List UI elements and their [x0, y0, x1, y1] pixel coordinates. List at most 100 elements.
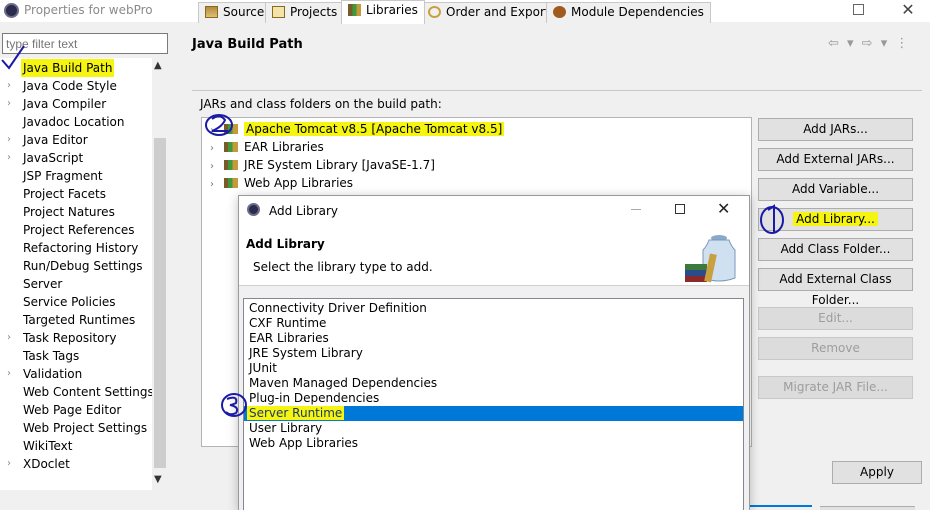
- chevron-right-icon[interactable]: ›: [7, 365, 11, 383]
- projects-icon: [272, 6, 285, 18]
- nav-item[interactable]: Web Project Settings: [0, 419, 152, 437]
- list-item[interactable]: CXF Runtime: [244, 316, 743, 331]
- eclipse-icon: [4, 3, 19, 18]
- nav-item[interactable]: Project References: [0, 221, 152, 239]
- tab-source[interactable]: Source: [198, 2, 272, 23]
- maximize-icon[interactable]: [675, 204, 685, 214]
- nav-item[interactable]: Refactoring History: [0, 239, 152, 257]
- apply-and-close-button[interactable]: [742, 505, 812, 510]
- expand-chevron-icon[interactable]: ›: [210, 176, 224, 194]
- nav-item-label: Web Project Settings: [23, 421, 148, 435]
- nav-item[interactable]: JSP Fragment: [0, 167, 152, 185]
- history-arrows[interactable]: ⇦ ▾ ⇨ ▾ ⋮: [828, 36, 910, 51]
- nav-item[interactable]: Server: [0, 275, 152, 293]
- nav-item[interactable]: › Validation: [0, 365, 152, 383]
- nav-item-label: Targeted Runtimes: [23, 313, 136, 327]
- tab-projects[interactable]: Projects: [265, 2, 345, 23]
- tab-order-export[interactable]: Order and Export: [421, 2, 557, 23]
- add-library-button[interactable]: Add Library...: [758, 208, 913, 231]
- nav-item-label: Javadoc Location: [23, 115, 125, 129]
- scroll-down-icon[interactable]: ▼: [154, 474, 162, 485]
- nav-item[interactable]: › XDoclet: [0, 455, 152, 473]
- nav-item[interactable]: › Java Editor: [0, 131, 152, 149]
- tree-item-web-app-libraries[interactable]: › Web App Libraries: [210, 174, 353, 192]
- add-class-folder-button[interactable]: Add Class Folder...: [758, 238, 913, 261]
- nav-item[interactable]: › JavaScript: [0, 149, 152, 167]
- tab-libraries[interactable]: Libraries: [341, 0, 425, 24]
- nav-item-label: JSP Fragment: [23, 169, 103, 183]
- list-item[interactable]: JUnit: [244, 361, 743, 376]
- tree-item-apache-tomcat[interactable]: › Apache Tomcat v8.5 [Apache Tomcat v8.5]: [210, 120, 505, 138]
- close-icon[interactable]: ✕: [717, 199, 730, 218]
- list-item[interactable]: Server Runtime: [244, 406, 743, 421]
- list-item[interactable]: User Library: [244, 421, 743, 436]
- list-item[interactable]: JRE System Library: [244, 346, 743, 361]
- nav-item-label: Web Page Editor: [23, 403, 122, 417]
- chevron-right-icon[interactable]: ›: [7, 149, 11, 167]
- nav-item[interactable]: › Task Repository: [0, 329, 152, 347]
- nav-item-label: Validation: [23, 367, 83, 381]
- dialog-subtitle: Select the library type to add.: [253, 260, 433, 274]
- nav-item[interactable]: Project Natures: [0, 203, 152, 221]
- nav-scrollbar[interactable]: ▲ ▼: [152, 58, 168, 490]
- nav-item-label: Java Editor: [23, 133, 88, 147]
- add-external-jars-button[interactable]: Add External JARs...: [758, 148, 913, 171]
- apply-button[interactable]: Apply: [832, 461, 922, 484]
- list-item[interactable]: Connectivity Driver Definition: [244, 301, 743, 316]
- scroll-up-icon[interactable]: ▲: [154, 60, 162, 71]
- nav-item-label: Project Natures: [23, 205, 115, 219]
- tree-item-jre-system-library[interactable]: › JRE System Library [JavaSE-1.7]: [210, 156, 435, 174]
- nav-item[interactable]: Web Page Editor: [0, 401, 152, 419]
- add-jars-button[interactable]: Add JARs...: [758, 118, 913, 141]
- dialog-title: Add Library: [269, 204, 339, 218]
- tree-item-ear-libraries[interactable]: › EAR Libraries: [210, 138, 324, 156]
- remove-button[interactable]: Remove: [758, 337, 913, 360]
- add-external-class-folder-button[interactable]: Add External Class Folder...: [758, 268, 913, 307]
- nav-item[interactable]: › Java Code Style: [0, 77, 152, 95]
- nav-item[interactable]: Project Facets: [0, 185, 152, 203]
- maximize-icon[interactable]: [853, 4, 864, 15]
- chevron-right-icon[interactable]: ›: [7, 455, 11, 473]
- list-item[interactable]: Maven Managed Dependencies: [244, 376, 743, 391]
- tab-module-dependencies[interactable]: Module Dependencies: [546, 2, 711, 23]
- list-item[interactable]: Web App Libraries: [244, 436, 743, 451]
- scrollbar-thumb[interactable]: [154, 138, 166, 468]
- edit-button[interactable]: Edit...: [758, 307, 913, 330]
- nav-item-label: Task Tags: [23, 349, 80, 363]
- add-variable-button[interactable]: Add Variable...: [758, 178, 913, 201]
- page-title: Java Build Path: [192, 37, 303, 52]
- nav-item[interactable]: Javadoc Location: [0, 113, 152, 131]
- library-icon: [224, 178, 238, 188]
- library-type-list[interactable]: Connectivity Driver Definition CXF Runtim…: [243, 298, 744, 510]
- chevron-right-icon[interactable]: ›: [7, 77, 11, 95]
- nav-item-label: Java Build Path: [21, 59, 115, 77]
- nav-item[interactable]: Web Content Settings: [0, 383, 154, 401]
- filter-input[interactable]: [2, 33, 168, 54]
- nav-item[interactable]: Java Build Path: [0, 59, 152, 77]
- nav-item[interactable]: Service Policies: [0, 293, 152, 311]
- module-deps-icon: [553, 6, 566, 18]
- chevron-right-icon[interactable]: ›: [7, 131, 11, 149]
- cancel-button[interactable]: [820, 506, 915, 510]
- dialog-heading: Add Library: [246, 237, 325, 251]
- nav-item[interactable]: › Java Compiler: [0, 95, 152, 113]
- minimize-icon[interactable]: [631, 209, 641, 210]
- library-jar-icon: [685, 235, 736, 283]
- list-item[interactable]: Plug-in Dependencies: [244, 391, 743, 406]
- chevron-right-icon[interactable]: ›: [7, 95, 11, 113]
- nav-item[interactable]: Task Tags: [0, 347, 152, 365]
- library-icon: [224, 142, 238, 152]
- chevron-right-icon[interactable]: ›: [7, 329, 11, 347]
- nav-item[interactable]: WikiText: [0, 437, 152, 455]
- source-icon: [205, 6, 218, 18]
- nav-item[interactable]: Targeted Runtimes: [0, 311, 152, 329]
- list-item[interactable]: EAR Libraries: [244, 331, 743, 346]
- list-item-label: Maven Managed Dependencies: [249, 376, 438, 390]
- dialog-titlebar: Add Library ✕: [239, 196, 749, 224]
- list-item-label: User Library: [249, 421, 323, 435]
- migrate-jar-button[interactable]: Migrate JAR File...: [758, 376, 913, 399]
- list-item-label: Connectivity Driver Definition: [249, 301, 427, 315]
- list-item-label: JUnit: [249, 361, 277, 375]
- nav-item[interactable]: Run/Debug Settings: [0, 257, 152, 275]
- close-icon[interactable]: ✕: [898, 0, 918, 19]
